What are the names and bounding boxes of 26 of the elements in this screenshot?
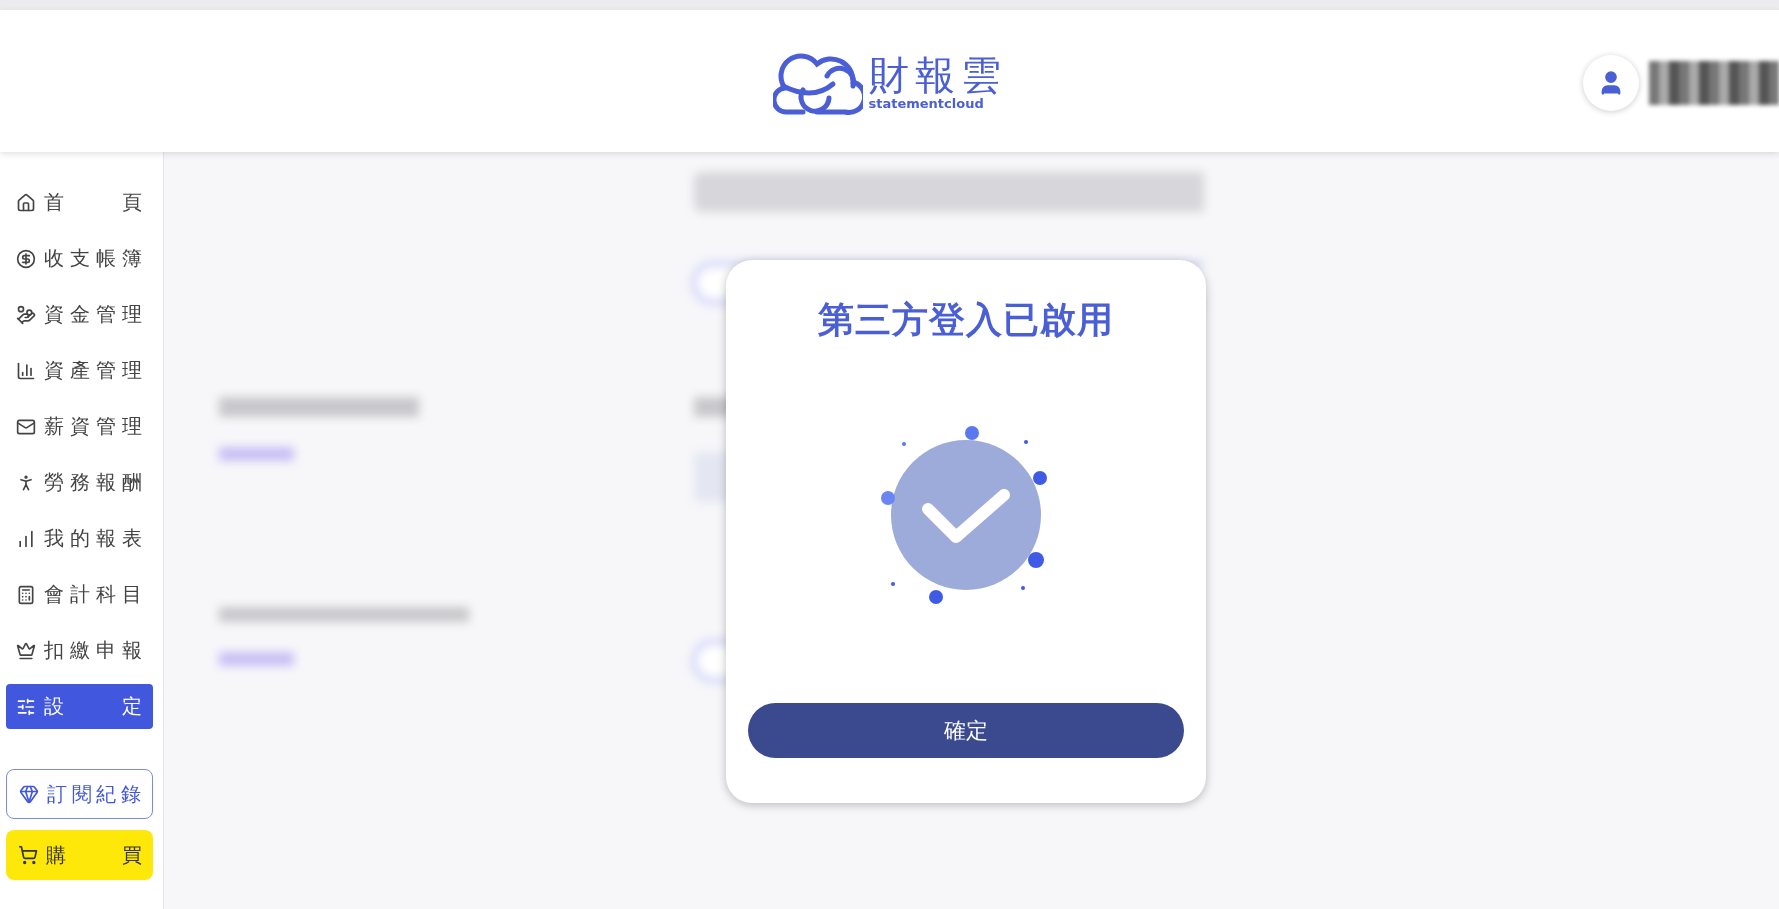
calculator-icon	[16, 584, 36, 605]
buy-button[interactable]: 購買	[6, 830, 153, 880]
home-icon	[16, 192, 36, 213]
sidebar-item[interactable]: 會計科目	[6, 572, 153, 617]
bar-chart-icon	[16, 528, 36, 549]
sidebar-item[interactable]: 扣繳申報	[6, 628, 153, 673]
logo-tagline: statementcloud	[868, 96, 985, 110]
sidebar-item[interactable]: 我的報表	[6, 516, 153, 561]
sidebar-item[interactable]: 資金管理	[6, 292, 153, 337]
dialog-title: 第三方登入已啟用	[817, 298, 1114, 342]
logo-name: 財報雲	[868, 52, 1007, 97]
sidebar-item[interactable]: 設定	[6, 684, 153, 729]
bar-chart-icon	[16, 360, 36, 381]
sidebar-item[interactable]: 薪資管理	[6, 404, 153, 449]
sidebar-item[interactable]: 收支帳簿	[6, 236, 153, 281]
sidebar-item[interactable]: 資產管理	[6, 348, 153, 393]
confirm-button[interactable]: 確定	[747, 703, 1184, 758]
sidebar-item[interactable]: 勞務報酬	[6, 460, 153, 505]
crown-icon	[16, 640, 36, 661]
cart-icon	[18, 845, 38, 865]
user-avatar[interactable]	[1583, 55, 1639, 111]
diamond-icon	[19, 784, 39, 804]
subscription-button[interactable]: 訂閱紀錄	[6, 769, 153, 819]
coin-icon	[16, 248, 36, 269]
sidebar-item[interactable]: 首頁	[6, 180, 153, 225]
sliders-icon	[16, 696, 36, 717]
